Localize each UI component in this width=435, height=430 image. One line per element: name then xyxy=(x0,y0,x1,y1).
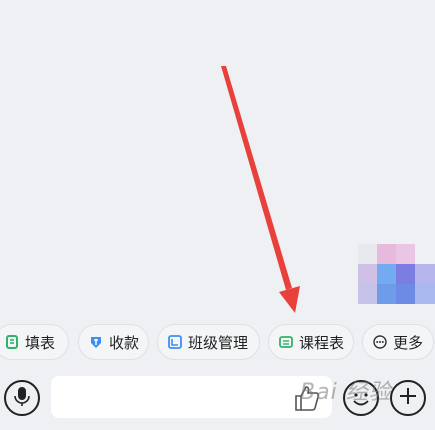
thumbs-up-icon[interactable] xyxy=(292,383,322,413)
quick-tools-bar: 填表 收款 班级管理 课程表 更多 xyxy=(0,324,435,362)
schedule-button[interactable]: 课程表 xyxy=(268,324,354,360)
form-icon xyxy=(5,335,19,349)
class-management-label: 班级管理 xyxy=(188,333,249,352)
class-icon xyxy=(168,335,182,349)
emoji-button[interactable] xyxy=(343,380,379,416)
class-management-button[interactable]: 班级管理 xyxy=(157,324,260,360)
emoji-icon xyxy=(345,393,377,418)
more-label: 更多 xyxy=(393,333,424,352)
fill-form-button[interactable]: 填表 xyxy=(0,324,69,360)
collect-payment-label: 收款 xyxy=(109,333,140,352)
payment-icon xyxy=(89,335,103,349)
more-icon xyxy=(373,335,387,349)
more-button[interactable]: 更多 xyxy=(362,324,434,360)
microphone-icon xyxy=(12,385,32,411)
pixelated-avatar[interactable] xyxy=(358,244,435,304)
schedule-label: 课程表 xyxy=(299,333,345,352)
add-attachment-button[interactable] xyxy=(390,380,426,416)
voice-input-button[interactable] xyxy=(4,380,40,416)
plus-icon xyxy=(398,386,418,410)
collect-payment-button[interactable]: 收款 xyxy=(78,324,149,360)
message-input[interactable] xyxy=(51,376,332,418)
fill-form-label: 填表 xyxy=(25,333,56,352)
message-input-bar xyxy=(0,368,435,430)
schedule-icon xyxy=(279,335,293,349)
